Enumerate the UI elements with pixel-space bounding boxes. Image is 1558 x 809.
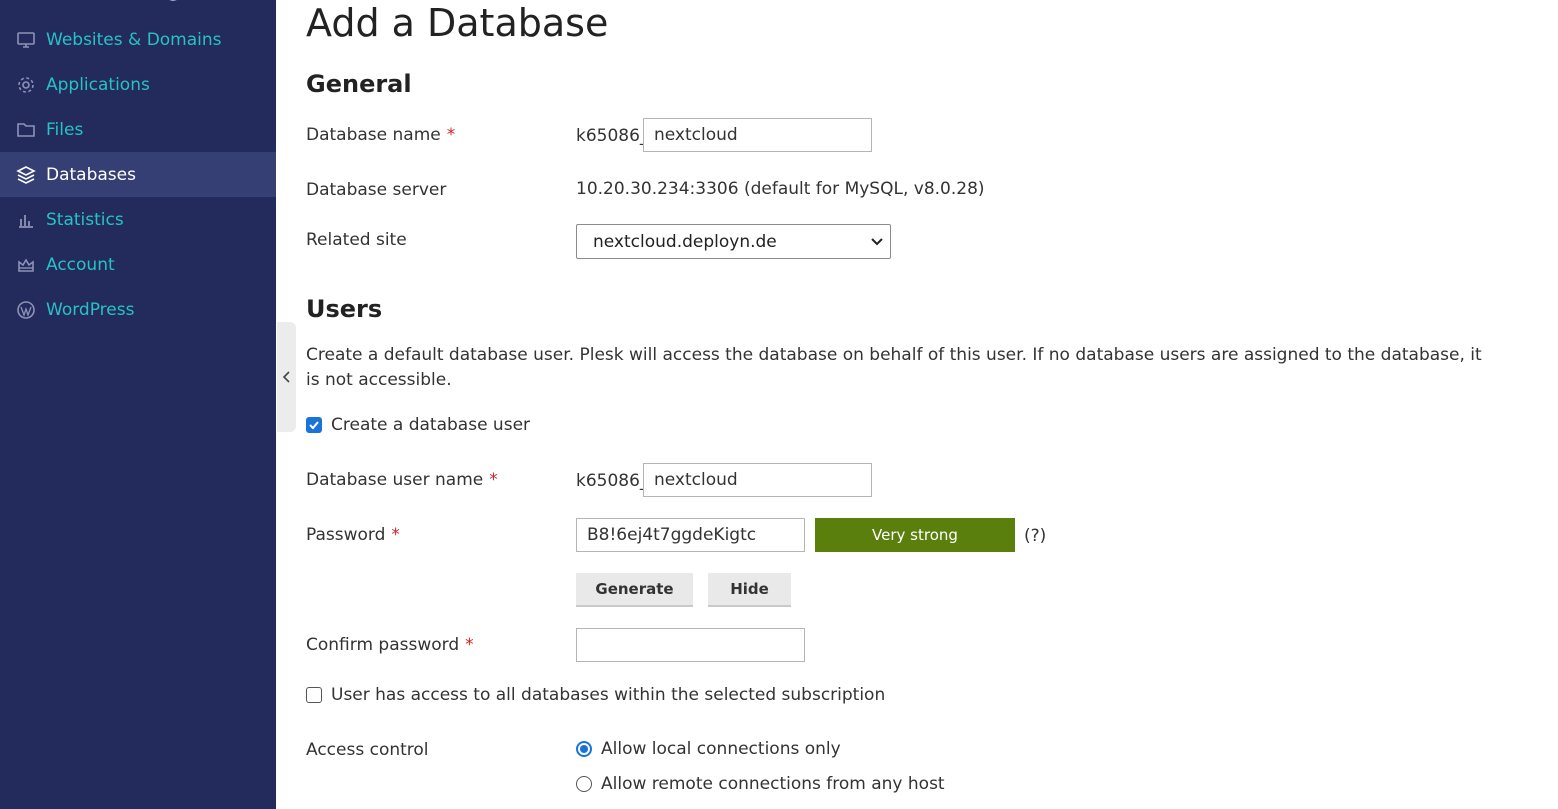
- crown-icon: [15, 254, 37, 276]
- create-user-checkbox-row[interactable]: Create a database user: [306, 415, 530, 435]
- related-site-selected-value: nextcloud.deployn.de: [593, 231, 777, 252]
- password-label: Password *: [306, 525, 400, 545]
- access-option-label: Allow remote connections from any host: [601, 774, 945, 794]
- layers-icon: [15, 164, 37, 186]
- sidebar-item-statistics[interactable]: Statistics: [0, 197, 276, 242]
- database-user-name-prefix: k65086_: [576, 471, 649, 491]
- sidebar-item-websites-domains[interactable]: Websites & Domains: [0, 17, 276, 62]
- required-asterisk: *: [446, 125, 456, 145]
- checkmark-icon: [309, 421, 319, 430]
- sidebar-item-label: Statistics: [46, 209, 124, 230]
- password-input[interactable]: B8!6ej4t7ggdeKigtc: [576, 518, 805, 552]
- local-connections-radio[interactable]: [576, 741, 592, 757]
- all-databases-access-checkbox[interactable]: [306, 687, 322, 703]
- wordpress-icon: [15, 299, 37, 321]
- database-server-label: Database server: [306, 180, 447, 200]
- users-description: Create a default database user. Plesk wi…: [306, 345, 1482, 390]
- sidebar-item-label: WordPress: [46, 299, 135, 320]
- database-name-input[interactable]: nextcloud: [643, 118, 872, 152]
- database-name-prefix: k65086_: [576, 126, 649, 146]
- confirm-password-input[interactable]: [576, 628, 805, 662]
- section-heading-general: General: [306, 70, 412, 98]
- create-user-checkbox[interactable]: [306, 417, 322, 433]
- database-user-name-input[interactable]: nextcloud: [643, 463, 872, 497]
- sidebar-item-label: Databases: [46, 164, 136, 185]
- database-server-value: 10.20.30.234:3306 (default for MySQL, v8…: [576, 179, 985, 199]
- sidebar-item-wordpress[interactable]: WordPress: [0, 287, 276, 332]
- database-name-label: Database name *: [306, 125, 456, 145]
- sidebar-item-label: Account: [46, 254, 115, 275]
- remote-connections-radio[interactable]: [576, 776, 592, 792]
- all-databases-access-row[interactable]: User has access to all databases within …: [306, 685, 885, 705]
- chevron-left-icon: [282, 371, 290, 383]
- password-help-link[interactable]: (?): [1024, 526, 1046, 546]
- required-asterisk: *: [391, 525, 400, 545]
- confirm-password-label: Confirm password *: [306, 635, 474, 655]
- sidebar-item-databases[interactable]: Databases: [0, 152, 276, 197]
- sidebar-item-applications[interactable]: Applications: [0, 62, 276, 107]
- related-site-select[interactable]: nextcloud.deployn.de: [576, 224, 891, 259]
- access-option-local[interactable]: Allow local connections only: [576, 739, 841, 759]
- access-control-label: Access control: [306, 740, 429, 760]
- sidebar-collapse-button[interactable]: [277, 322, 296, 432]
- main-content: Add a Database General Database name * k6…: [306, 0, 1558, 809]
- sidebar-item-label: Websites & Domains: [46, 29, 222, 50]
- required-asterisk: *: [465, 635, 474, 655]
- access-option-remote[interactable]: Allow remote connections from any host: [576, 774, 945, 794]
- sidebar: Websites & Domains Applications Files Da…: [0, 0, 276, 809]
- gear-icon: [15, 74, 37, 96]
- database-user-name-label: Database user name *: [306, 470, 498, 490]
- sidebar-item-account[interactable]: Account: [0, 242, 276, 287]
- required-asterisk: *: [489, 470, 498, 490]
- bar-chart-icon: [15, 209, 37, 231]
- logo-fragment: [169, 0, 177, 1]
- related-site-label: Related site: [306, 230, 407, 250]
- access-option-label: Allow local connections only: [601, 739, 841, 759]
- password-strength-indicator: Very strong: [815, 518, 1015, 552]
- folder-icon: [15, 119, 37, 141]
- all-databases-access-label: User has access to all databases within …: [331, 685, 886, 705]
- sidebar-item-label: Applications: [46, 74, 150, 95]
- chevron-down-icon: [871, 238, 883, 246]
- section-heading-users: Users: [306, 295, 383, 323]
- sidebar-item-label: Files: [46, 119, 84, 140]
- generate-button[interactable]: Generate: [576, 573, 693, 607]
- sidebar-item-files[interactable]: Files: [0, 107, 276, 152]
- monitor-icon: [15, 29, 37, 51]
- create-user-label: Create a database user: [331, 415, 531, 435]
- hide-button[interactable]: Hide: [708, 573, 791, 607]
- page-title: Add a Database: [306, 1, 609, 45]
